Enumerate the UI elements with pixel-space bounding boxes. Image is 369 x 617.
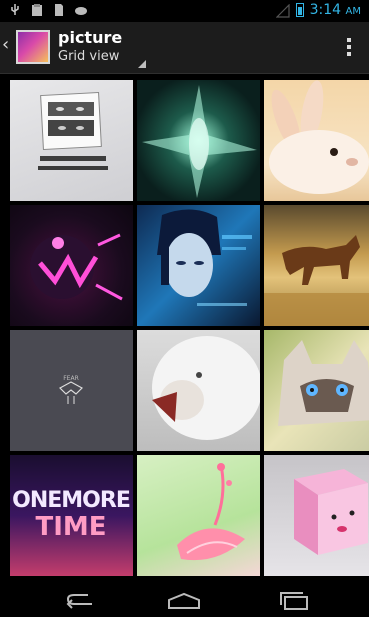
up-arrow-icon[interactable]: ‹ (2, 34, 9, 55)
photo-pink-flower[interactable] (137, 455, 260, 576)
photo-purple-neon-sphere[interactable] (10, 205, 133, 326)
signal-icon (275, 3, 290, 18)
photo-grid: FEAR ONEMORE TIME (10, 80, 369, 580)
status-bar: 3:14 AM (0, 0, 369, 22)
home-icon[interactable] (164, 591, 204, 611)
photo-white-rabbit[interactable] (264, 80, 369, 201)
navigation-bar (0, 585, 369, 617)
svg-text:TIME: TIME (35, 512, 106, 542)
photo-one-more-time-typography[interactable]: ONEMORE TIME (10, 455, 133, 576)
view-mode-dropdown[interactable]: Grid view (58, 49, 119, 64)
album-thumbnail[interactable] (16, 30, 50, 64)
svg-text:ONEMORE: ONEMORE (12, 488, 130, 513)
dropdown-indicator-icon (138, 60, 146, 68)
recent-apps-icon[interactable] (274, 591, 314, 611)
overflow-menu-icon[interactable] (347, 38, 351, 56)
photo-blue-eyed-cat[interactable] (264, 330, 369, 451)
clock: 3:14 AM (309, 2, 361, 18)
clipboard-icon (30, 3, 44, 17)
svg-text:FEAR: FEAR (63, 375, 79, 382)
photo-green-abstract-sparkle[interactable] (137, 80, 260, 201)
system-icons: 3:14 AM (275, 2, 361, 18)
photo-dark-gray-minimal[interactable]: FEAR (10, 330, 133, 451)
photo-running-horse[interactable] (264, 205, 369, 326)
album-title: picture (58, 28, 123, 47)
game-controller-icon (74, 3, 88, 17)
sd-card-icon (52, 3, 66, 17)
action-bar: ‹ picture Grid view (0, 22, 369, 74)
back-icon[interactable] (62, 591, 102, 611)
notification-icons (8, 3, 88, 17)
photo-cyber-girl[interactable] (137, 205, 260, 326)
photo-white-lion[interactable] (137, 330, 260, 451)
photo-collage-faces[interactable] (10, 80, 133, 201)
photo-pink-toy-cube[interactable] (264, 455, 369, 576)
usb-icon (8, 3, 22, 17)
battery-icon (295, 3, 304, 17)
